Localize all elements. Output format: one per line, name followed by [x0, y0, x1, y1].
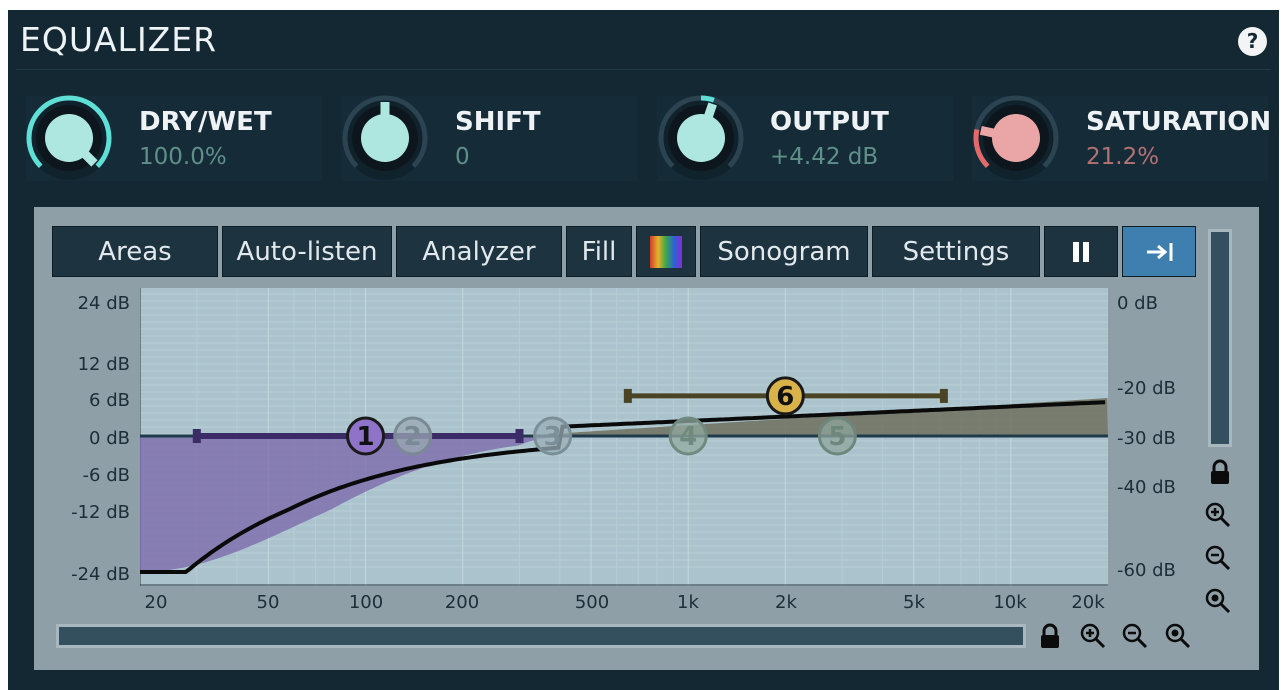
left-axis-label: 24 dB: [77, 293, 130, 314]
output-value: +4.42 dB: [770, 144, 879, 170]
band-number-label: 6: [776, 382, 794, 412]
pause-icon: [1073, 241, 1089, 262]
band-1-width-handle: [192, 429, 201, 443]
right-axis-label: -40 dB: [1117, 477, 1176, 498]
zoom-out-icon[interactable]: [1204, 544, 1232, 572]
dry-wet-label: DRY/WET: [139, 107, 272, 137]
saturation-value: 21.2%: [1086, 144, 1160, 170]
help-icon[interactable]: ?: [1238, 27, 1267, 56]
knob-level-arc: [700, 95, 715, 103]
analyzer-button[interactable]: Analyzer: [396, 226, 562, 277]
band-1-node[interactable]: 1: [346, 416, 386, 456]
settings-button[interactable]: Settings: [872, 226, 1040, 277]
shift-knob[interactable]: [340, 93, 430, 183]
zoom-in-icon[interactable]: [1204, 501, 1232, 529]
zoom-reset-icon[interactable]: [1204, 587, 1232, 615]
right-axis-label: -60 dB: [1117, 560, 1176, 581]
freq-axis-label: 20k: [1071, 592, 1105, 613]
shift-label: SHIFT: [455, 107, 541, 137]
freq-axis-label: 100: [348, 592, 384, 613]
left-axis-label: 12 dB: [77, 354, 130, 375]
band-1-width-handle: [515, 429, 524, 443]
lock-icon[interactable]: [1036, 622, 1064, 650]
vertical-scrollbar[interactable]: [1208, 229, 1232, 447]
dry-wet-value: 100.0%: [139, 144, 227, 170]
freq-axis-label: 200: [444, 592, 480, 613]
freq-axis-label: 10k: [993, 592, 1027, 613]
band-4-node[interactable]: 4: [668, 416, 708, 456]
band-6-node[interactable]: 6: [765, 376, 805, 416]
output-label: OUTPUT: [770, 107, 889, 137]
band-number-label: 3: [544, 422, 562, 452]
auto-listen-button[interactable]: Auto-listen: [222, 226, 392, 277]
eq-graph[interactable]: 1 2 3 4 5 6: [140, 288, 1108, 586]
band-6-width-handle: [939, 388, 948, 403]
band-2-node[interactable]: 2: [393, 416, 433, 456]
band-number-label: 2: [404, 422, 422, 452]
left-axis-label: -12 dB: [71, 502, 130, 523]
header-divider: [16, 69, 1271, 70]
panel-title: EQUALIZER: [20, 20, 218, 59]
freq-axis-label: 5k: [903, 592, 925, 613]
zoom-in-icon[interactable]: [1079, 622, 1107, 650]
left-axis-label: -24 dB: [71, 564, 130, 585]
freq-axis-label: 50: [256, 592, 280, 613]
band-number-label: 5: [828, 422, 846, 452]
output-knob[interactable]: [656, 93, 746, 183]
saturation-label: SATURATION: [1086, 107, 1272, 137]
areas-button[interactable]: Areas: [52, 226, 218, 277]
fill-button[interactable]: Fill: [566, 226, 632, 277]
horizontal-scrollbar[interactable]: [56, 624, 1026, 648]
pause-button[interactable]: [1044, 226, 1118, 277]
zoom-reset-icon[interactable]: [1164, 622, 1192, 650]
shift-value: 0: [455, 144, 470, 170]
spectrum-icon: [650, 235, 682, 268]
freq-axis-label: 20: [144, 592, 168, 613]
band-5-node[interactable]: 5: [817, 416, 857, 456]
left-axis-label: 6 dB: [89, 390, 130, 411]
left-axis-label: -6 dB: [82, 465, 130, 486]
lock-icon[interactable]: [1206, 458, 1234, 486]
follow-button[interactable]: [1122, 226, 1196, 277]
band-number-label: 1: [356, 422, 374, 452]
right-axis-label: -20 dB: [1117, 378, 1176, 399]
right-axis-label: 0 dB: [1117, 293, 1158, 314]
band-number-label: 4: [679, 422, 697, 452]
left-axis-label: 0 dB: [89, 428, 130, 449]
freq-axis-label: 2k: [775, 592, 797, 613]
band-6-width-handle: [623, 388, 632, 403]
color-palette-button[interactable]: [636, 226, 696, 277]
zoom-out-icon[interactable]: [1121, 622, 1149, 650]
freq-axis-label: 500: [574, 592, 610, 613]
band-3-node[interactable]: 3: [533, 416, 573, 456]
sonogram-button[interactable]: Sonogram: [700, 226, 868, 277]
freq-axis-label: 1k: [677, 592, 699, 613]
dry-wet-knob[interactable]: [24, 93, 114, 183]
right-axis-label: -30 dB: [1117, 428, 1176, 449]
arrow-to-bar-icon: [1147, 242, 1173, 261]
saturation-knob[interactable]: [971, 93, 1061, 183]
